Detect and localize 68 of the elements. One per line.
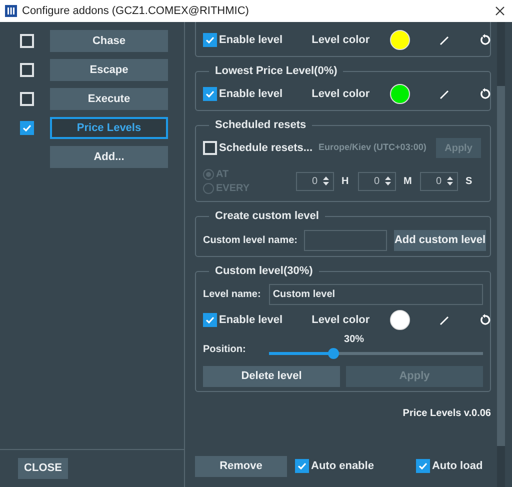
add-custom-level-button[interactable]: Add custom level [394,230,486,250]
checkbox-label: Auto load [432,458,483,474]
checkbox-label: Enable level [219,312,283,328]
checkbox[interactable] [295,459,309,473]
color-swatch[interactable] [390,30,410,50]
addon-button[interactable]: Chase [50,30,168,52]
position-label: Position: [203,343,246,357]
checkmark-icon [418,461,428,471]
window-title: Configure addons (GCZ1.COMEX@RITHMIC) [22,4,249,19]
checkbox[interactable] [203,141,217,155]
checkmark-icon [205,35,215,45]
checkmark-icon [205,89,215,99]
checkbox[interactable] [20,121,34,135]
scrollbar[interactable] [497,22,505,487]
checkbox[interactable] [203,87,217,101]
timezone-label: Europe/Kiev (UTC+03:00) [318,141,426,154]
checkbox[interactable] [203,33,217,47]
field-label: Custom level name: [203,234,298,248]
eyedropper-icon[interactable] [438,314,450,326]
unit-label: H [342,174,350,188]
addon-button[interactable]: Escape [50,59,168,81]
spinner-arrows-icon[interactable] [322,176,329,186]
eyedropper-icon[interactable] [438,34,450,46]
group-title: Lowest Price Level(0%) [209,64,344,78]
level-color-label: Level color [312,86,370,102]
close-icon[interactable] [495,6,505,16]
spin-field[interactable]: 0 [296,172,334,190]
addon-button[interactable]: Execute [50,88,168,110]
checkbox[interactable] [20,63,34,77]
checkbox-label: Auto enable [311,458,374,474]
checkbox-label: Enable level [219,86,283,102]
spin-field[interactable]: 0 [420,172,458,190]
checkmark-icon [22,123,32,133]
unit-label: M [404,174,412,188]
reset-icon[interactable] [478,314,491,326]
reset-icon[interactable] [478,88,491,100]
spin-field[interactable]: 0 [358,172,396,190]
scrollbar-thumb[interactable] [497,86,505,446]
checkbox-label: Schedule resets... [219,140,313,156]
addon-button[interactable]: Price Levels [50,117,168,139]
slider-reading: 30% [344,333,364,347]
input-field[interactable] [304,230,388,250]
spinner-arrows-icon[interactable] [446,176,453,186]
app-logo-icon [5,5,17,17]
checkbox[interactable] [416,459,430,473]
group-title: Custom level(30%) [209,264,319,278]
remove-button[interactable]: Remove [195,456,287,476]
checkbox[interactable] [20,92,34,106]
reset-icon[interactable] [478,34,491,46]
level-color-label: Level color [312,32,370,48]
delete-level-button[interactable]: Delete level [203,366,340,387]
version-label: Price Levels v.0.06 [402,407,491,421]
unit-label: S [466,174,474,188]
checkbox[interactable] [20,34,34,48]
level-color-label: Level color [312,312,370,328]
checkmark-icon [205,315,215,325]
color-swatch[interactable] [390,84,410,104]
add-addon-button[interactable]: Add... [50,146,168,168]
checkbox-label: Enable level [219,32,283,48]
color-swatch[interactable] [390,310,410,330]
field-label: Level name: [203,288,261,302]
checkmark-icon [297,461,307,471]
level-name-field[interactable]: Custom level [268,284,483,304]
eyedropper-icon[interactable] [438,88,450,100]
slider-thumb[interactable] [328,348,340,359]
close-button[interactable]: CLOSE [18,458,68,479]
checkbox[interactable] [203,313,217,327]
spinner-arrows-icon[interactable] [384,176,391,186]
